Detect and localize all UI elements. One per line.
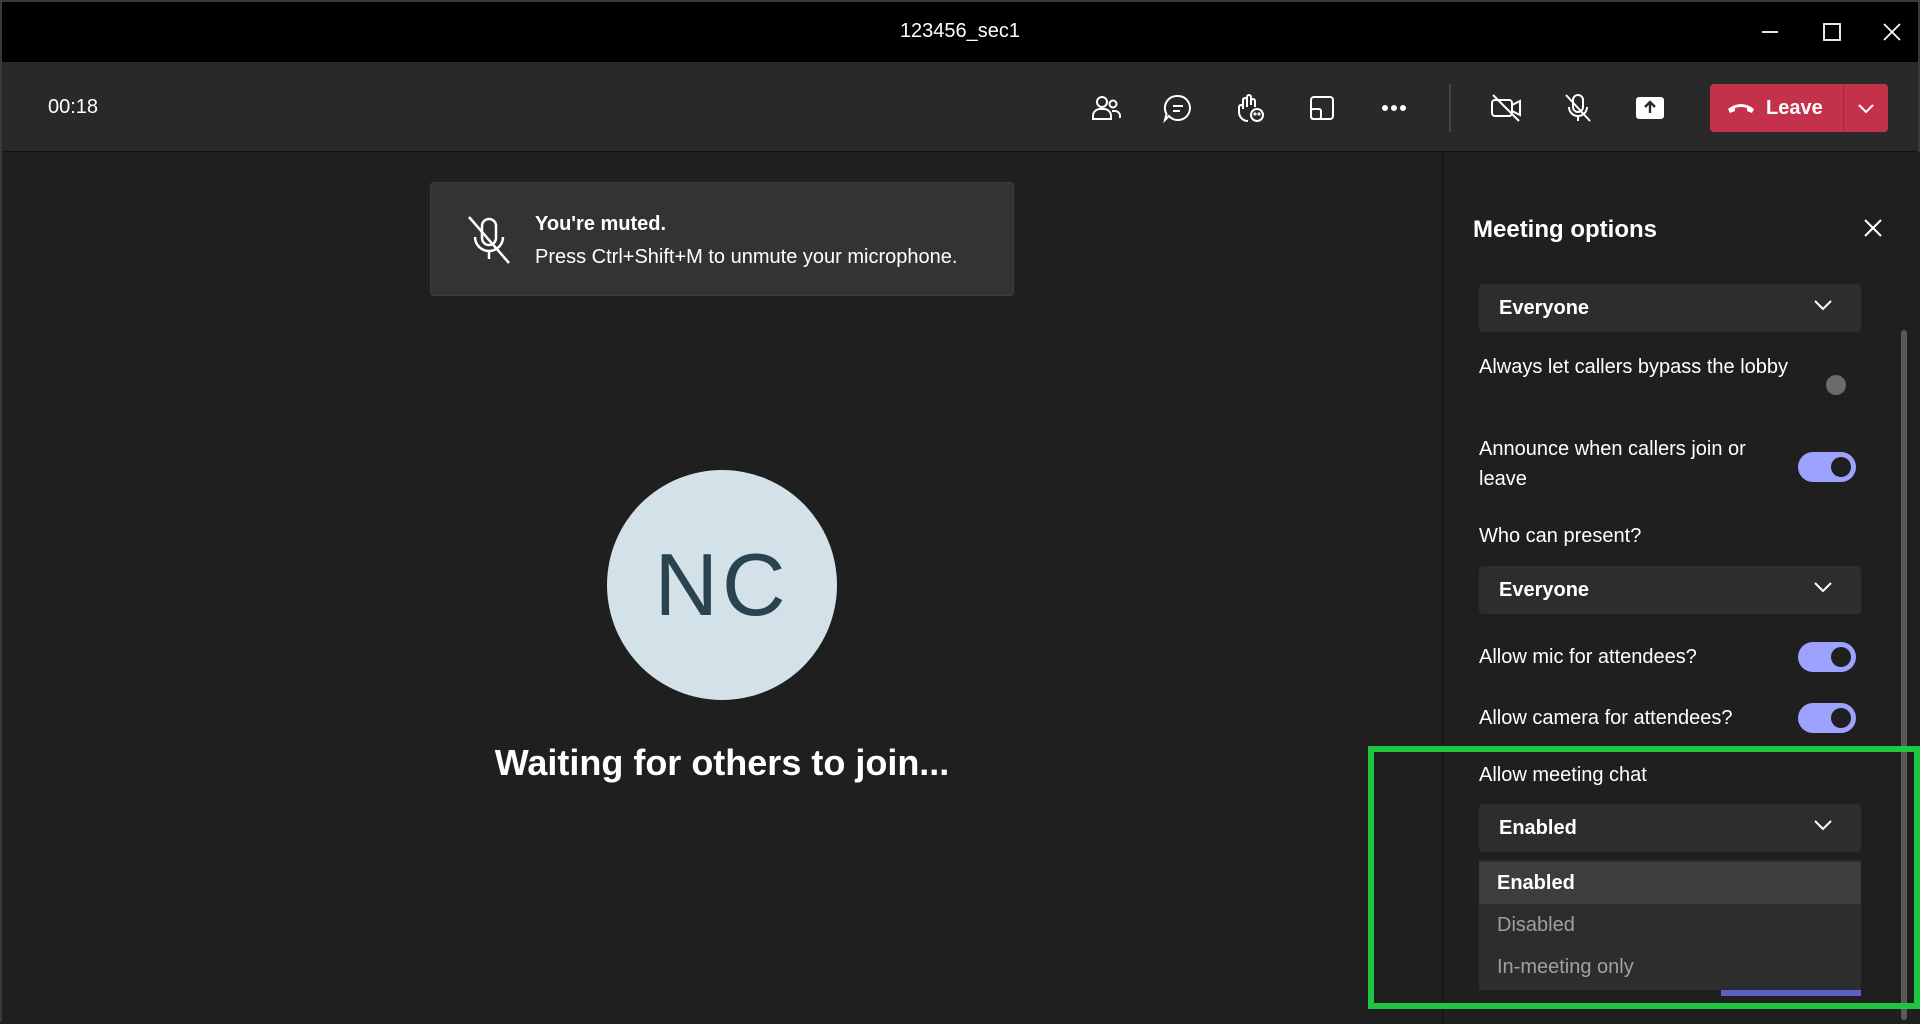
avatar: NC <box>607 470 837 700</box>
title-bar: 123456_sec1 <box>2 2 1918 62</box>
chat-options-menu: Enabled Disabled In-meeting only <box>1479 860 1861 990</box>
share-tray-icon[interactable] <box>1298 84 1346 132</box>
chat-option-enabled[interactable]: Enabled <box>1479 862 1861 904</box>
window-title: 123456_sec1 <box>899 20 1021 42</box>
maximize-icon[interactable] <box>1812 12 1852 52</box>
camera-label: Allow camera for attendees? <box>1479 707 1733 729</box>
meeting-stage: You're muted. Press Ctrl+Shift+M to unmu… <box>2 152 1442 1024</box>
leave-button[interactable]: Leave <box>1710 84 1888 132</box>
toolbar-divider <box>1449 84 1451 132</box>
meeting-options-panel: Meeting options Everyone Always let call… <box>1442 152 1920 1024</box>
more-icon[interactable] <box>1370 84 1418 132</box>
mic-toggle[interactable] <box>1798 642 1856 672</box>
bypass-lobby-toggle[interactable] <box>1826 375 1846 395</box>
chevron-down-icon <box>1813 580 1833 599</box>
lobby-value: Everyone <box>1499 297 1590 319</box>
chat-label: Allow meeting chat <box>1479 764 1647 786</box>
muted-message: Press Ctrl+Shift+M to unmute your microp… <box>535 246 958 268</box>
chevron-down-icon <box>1813 818 1833 837</box>
close-icon[interactable] <box>1872 12 1912 52</box>
muted-title: You're muted. <box>535 213 667 235</box>
who-present-label: Who can present? <box>1479 525 1642 547</box>
chat-option-in-meeting-only[interactable]: In-meeting only <box>1479 946 1861 988</box>
mic-off-icon <box>468 216 510 264</box>
chevron-down-icon <box>1813 298 1833 317</box>
panel-scrollbar[interactable] <box>1901 330 1907 1020</box>
phone-hangup-icon <box>1728 104 1754 113</box>
camera-toggle[interactable] <box>1798 703 1856 733</box>
leave-options-chevron[interactable] <box>1844 84 1888 132</box>
chat-option-disabled[interactable]: Disabled <box>1479 904 1861 946</box>
raise-hand-icon[interactable] <box>1226 84 1274 132</box>
panel-title: Meeting options <box>1473 216 1657 243</box>
who-present-dropdown[interactable]: Everyone <box>1479 566 1861 614</box>
bypass-lobby-label: Always let callers bypass the lobby <box>1479 356 1789 378</box>
who-present-value: Everyone <box>1499 579 1590 601</box>
mic-off-icon[interactable] <box>1554 84 1602 132</box>
camera-off-icon[interactable] <box>1482 84 1530 132</box>
waiting-status: Waiting for others to join... <box>494 742 950 783</box>
share-screen-icon[interactable] <box>1626 84 1674 132</box>
call-timer: 00:18 <box>48 96 99 118</box>
leave-label: Leave <box>1766 96 1823 119</box>
chevron-down-icon <box>1858 104 1874 114</box>
announce-label: Announce when callers join or leave <box>1479 438 1746 490</box>
people-icon[interactable] <box>1082 84 1130 132</box>
chat-value: Enabled <box>1499 817 1577 839</box>
meeting-toolbar: 00:18 Leave <box>2 62 1918 152</box>
mic-label: Allow mic for attendees? <box>1479 646 1697 668</box>
minimize-icon[interactable] <box>1750 12 1790 52</box>
save-button-peek[interactable] <box>1721 990 1861 996</box>
lobby-dropdown[interactable]: Everyone <box>1479 284 1861 332</box>
teams-meeting-window: 123456_sec1 00:18 Leave You're muted. Pr… <box>0 0 1920 1024</box>
chat-dropdown[interactable]: Enabled <box>1479 804 1861 852</box>
close-panel-button[interactable] <box>1851 206 1895 250</box>
avatar-initials: NC <box>654 535 790 634</box>
announce-toggle[interactable] <box>1798 452 1856 482</box>
close-icon <box>1864 219 1882 237</box>
chat-icon[interactable] <box>1154 84 1202 132</box>
muted-notification: You're muted. Press Ctrl+Shift+M to unmu… <box>430 182 1014 296</box>
leave-main-button[interactable]: Leave <box>1710 84 1844 132</box>
